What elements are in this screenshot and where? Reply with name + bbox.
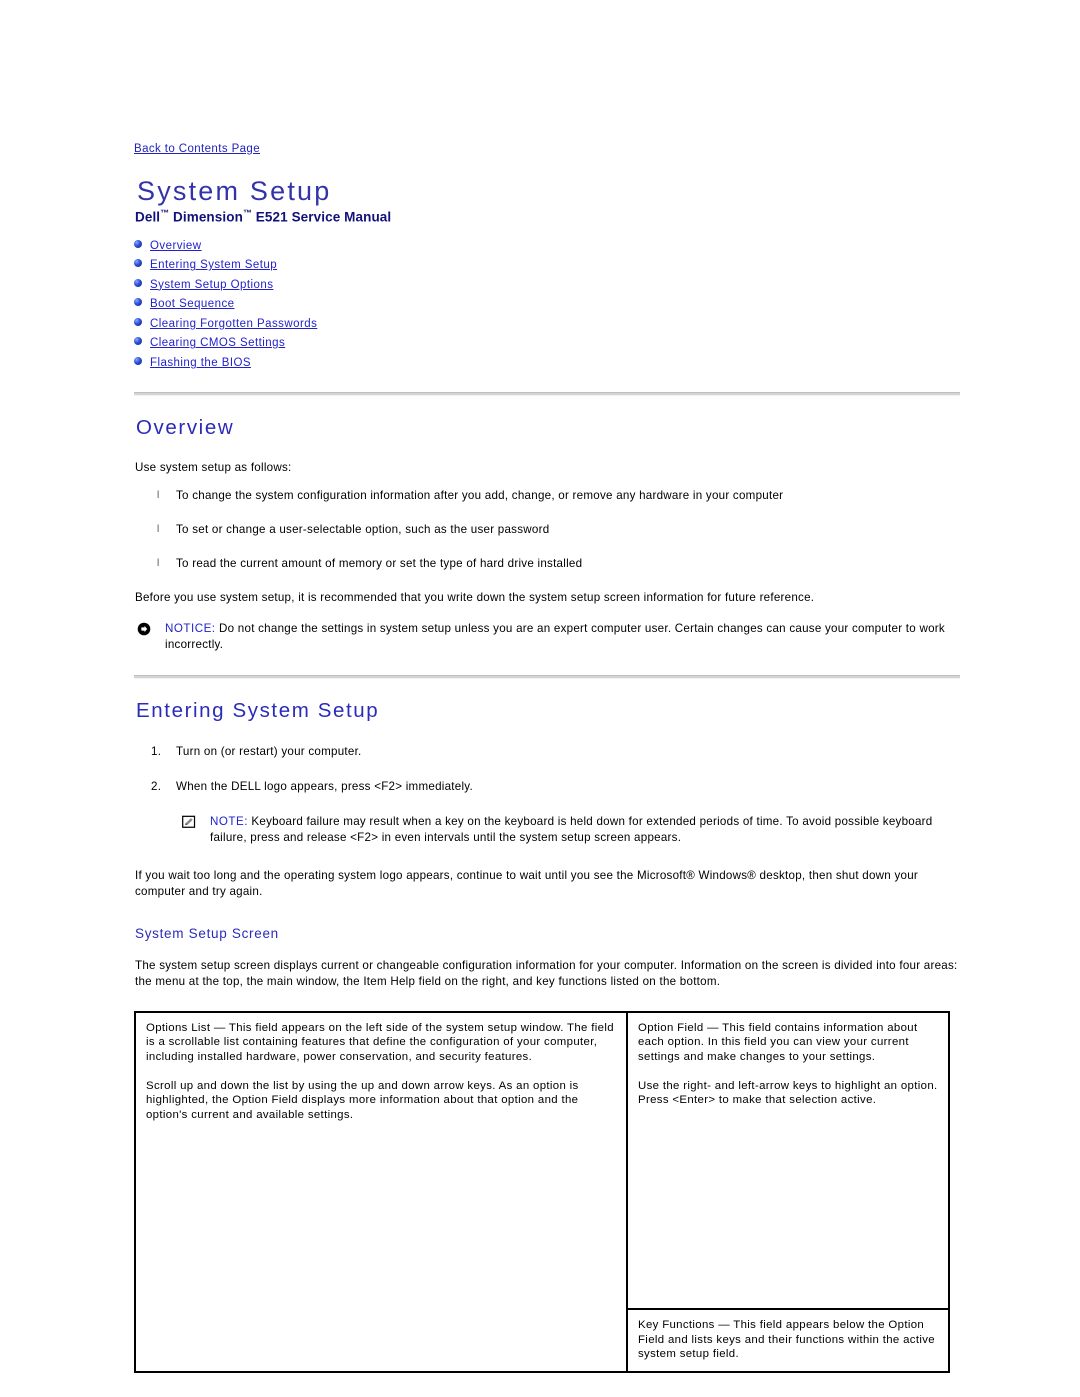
list-item-text: To set or change a user-selectable optio… <box>176 523 550 537</box>
section-divider <box>134 675 960 680</box>
document-page: Back to Contents Page System Setup Dell™… <box>0 0 1080 1397</box>
list-item: 2. When the DELL logo appears, press <F2>… <box>134 779 960 795</box>
toc-link-entering-system-setup[interactable]: Entering System Setup <box>150 259 277 271</box>
step-text: When the DELL logo appears, press <F2> i… <box>176 779 473 793</box>
list-marker-icon: l <box>157 524 160 536</box>
toc-item[interactable]: Flashing the BIOS <box>134 355 960 370</box>
toc-item[interactable]: Overview <box>134 238 960 253</box>
toc-item[interactable]: Boot Sequence <box>134 296 960 311</box>
overview-followup-text: Before you use system setup, it is recom… <box>135 591 815 605</box>
entering-paragraph: If you wait too long and the operating s… <box>135 868 919 898</box>
system-setup-screen-paragraph: The system setup screen displays current… <box>135 958 958 988</box>
back-to-contents-link[interactable]: Back to Contents Page <box>134 143 260 155</box>
blue-sphere-bullet-icon <box>134 356 142 365</box>
toc-link-clearing-cmos-settings[interactable]: Clearing CMOS Settings <box>150 337 285 349</box>
toc-link-flashing-the-bios[interactable]: Flashing the BIOS <box>150 357 251 369</box>
step-number: 2. <box>151 779 162 793</box>
table-column-right: Option Field — This field contains infor… <box>628 1013 948 1371</box>
notice-arrow-icon <box>137 622 151 636</box>
subtitle-brand: Dell <box>135 209 161 225</box>
table-cell-key-functions: Key Functions — This field appears below… <box>628 1310 948 1371</box>
note-text: Keyboard failure may result when a key o… <box>210 814 933 844</box>
section-heading-entering-system-setup: Entering System Setup <box>136 699 380 723</box>
subsection-heading-system-setup-screen: System Setup Screen <box>135 925 279 941</box>
options-list-paragraph-1: Options List — This field appears on the… <box>146 1021 614 1064</box>
toc-link-system-setup-options[interactable]: System Setup Options <box>150 279 273 291</box>
toc-item[interactable]: System Setup Options <box>134 277 960 292</box>
list-item: l To read the current amount of memory or… <box>134 556 960 572</box>
blue-sphere-bullet-icon <box>134 259 142 268</box>
list-item: l To set or change a user-selectable opti… <box>134 522 960 538</box>
toc-link-boot-sequence[interactable]: Boot Sequence <box>150 298 235 310</box>
overview-bullet-list: l To change the system configuration info… <box>134 488 960 572</box>
option-field-paragraph-1: Option Field — This field contains infor… <box>638 1021 918 1064</box>
note-callout: NOTE: Keyboard failure may result when a… <box>180 814 960 846</box>
document-subtitle: Dell™ Dimension™ E521 Service Manual <box>135 208 960 225</box>
toc-item[interactable]: Entering System Setup <box>134 257 960 272</box>
note-pencil-icon <box>182 815 196 828</box>
list-marker-icon: l <box>157 490 160 502</box>
option-field-paragraph-2: Use the right- and left-arrow keys to hi… <box>638 1079 938 1107</box>
section-heading-overview: Overview <box>136 415 235 439</box>
subtitle-product: Dimension <box>169 209 243 225</box>
toc-item[interactable]: Clearing CMOS Settings <box>134 335 960 350</box>
note-label: NOTE: <box>210 814 248 828</box>
notice-callout: NOTICE: Do not change the settings in sy… <box>135 621 960 653</box>
blue-sphere-bullet-icon <box>134 337 142 346</box>
overview-intro-text: Use system setup as follows: <box>135 461 292 475</box>
trademark-symbol-1: ™ <box>160 208 170 219</box>
subtitle-rest: E521 Service Manual <box>251 209 392 225</box>
system-setup-areas-table: Options List — This field appears on the… <box>134 1010 950 1373</box>
blue-sphere-bullet-icon <box>134 317 142 326</box>
entering-steps-list: 1. Turn on (or restart) your computer. 2.… <box>134 744 960 795</box>
blue-sphere-bullet-icon <box>134 239 142 248</box>
page-title: System Setup <box>137 176 332 206</box>
section-divider <box>134 391 960 396</box>
notice-label: NOTICE: <box>165 622 216 636</box>
list-item-text: To read the current amount of memory or … <box>176 557 583 571</box>
options-list-paragraph-2: Scroll up and down the list by using the… <box>146 1079 579 1121</box>
toc-link-clearing-forgotten-passwords[interactable]: Clearing Forgotten Passwords <box>150 318 317 330</box>
list-item-text: To change the system configuration infor… <box>176 489 784 503</box>
notice-text: Do not change the settings in system set… <box>165 622 945 652</box>
trademark-symbol-2: ™ <box>242 208 252 219</box>
step-text: Turn on (or restart) your computer. <box>176 744 362 758</box>
table-cell-option-field: Option Field — This field contains infor… <box>628 1013 948 1311</box>
table-cell-options-list: Options List — This field appears on the… <box>136 1012 628 1371</box>
toc-link-overview[interactable]: Overview <box>150 240 202 252</box>
list-item: l To change the system configuration info… <box>134 488 960 504</box>
list-item: 1. Turn on (or restart) your computer. <box>134 744 960 760</box>
key-functions-paragraph: Key Functions — This field appears below… <box>638 1319 935 1361</box>
blue-sphere-bullet-icon <box>134 298 142 307</box>
blue-sphere-bullet-icon <box>134 278 142 287</box>
table-of-contents: Overview Entering System Setup System Se… <box>134 238 960 370</box>
toc-item[interactable]: Clearing Forgotten Passwords <box>134 316 960 331</box>
list-marker-icon: l <box>157 558 160 570</box>
step-number: 1. <box>151 744 162 758</box>
